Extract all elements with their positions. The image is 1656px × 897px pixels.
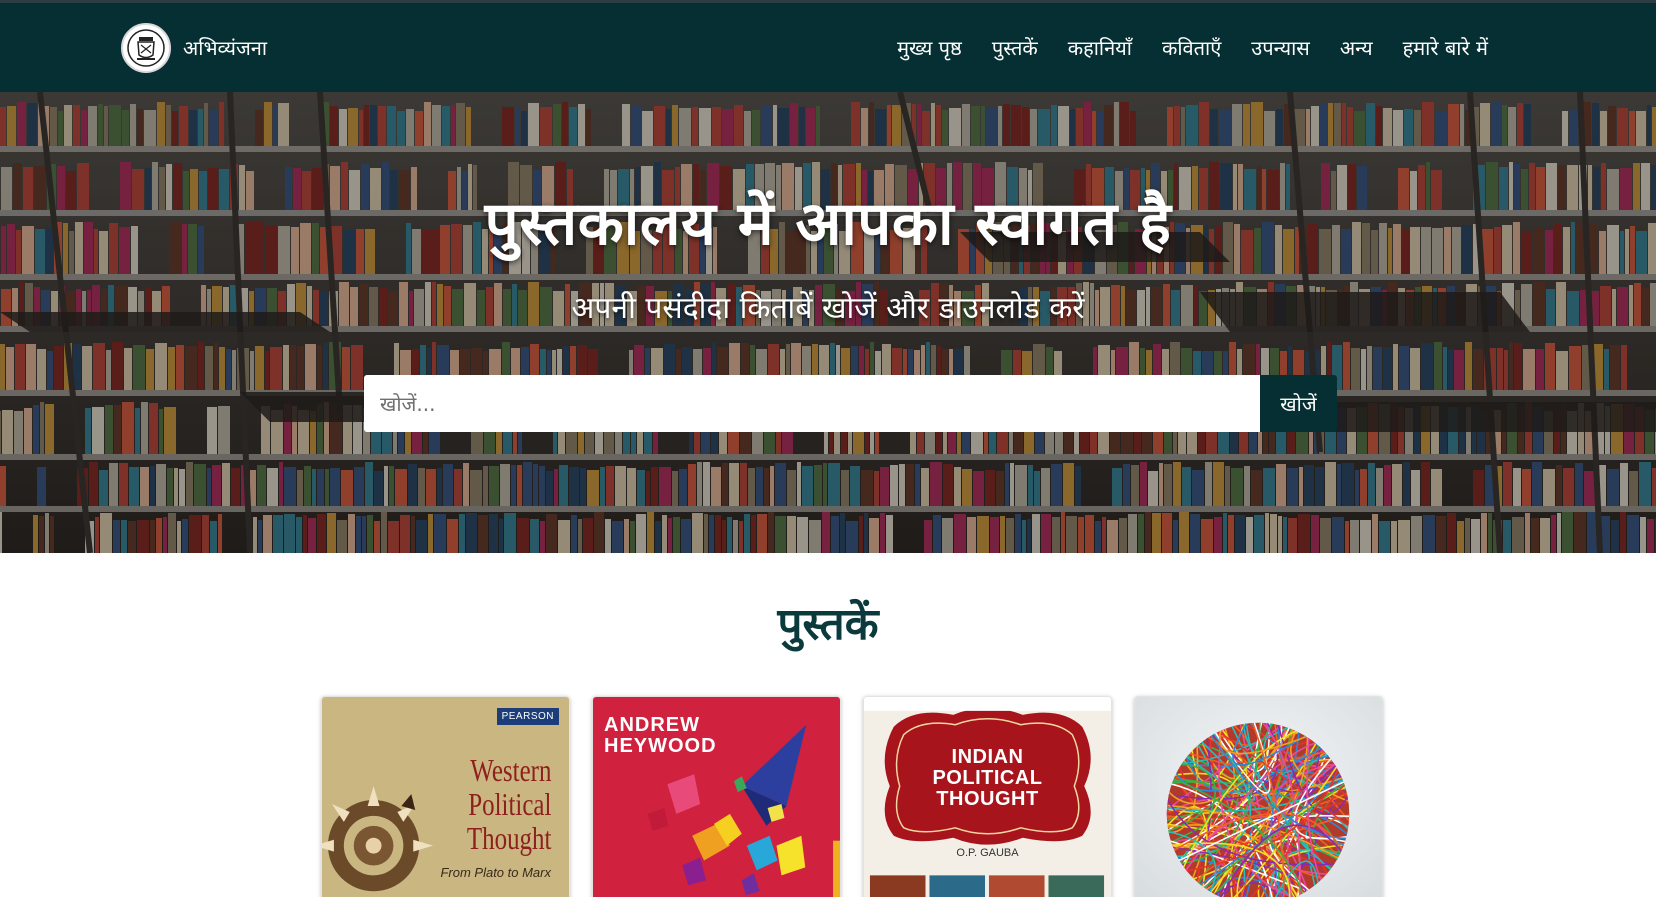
book-card-western-political-thought[interactable]: PEARSON Western Political Thought From P… (321, 696, 570, 897)
navbar: अभिव्यंजना मुख्य पृष्ठ पुस्तकें कहानियाँ… (0, 0, 1656, 92)
search-bar: खोजें (364, 375, 1337, 432)
book-card-list: PEARSON Western Political Thought From P… (321, 696, 1383, 897)
book-card-string-ball[interactable] (1134, 696, 1383, 897)
book-card-indian-political-thought[interactable]: INDIAN POLITICAL THOUGHT O.P. GAUBA (863, 696, 1112, 897)
nav-item-home[interactable]: मुख्य पृष्ठ (897, 34, 962, 61)
hero-section: पुस्तकालय में आपका स्वागत है अपनी पसंदीद… (0, 92, 1656, 553)
book-author-line: ANDREW (604, 714, 700, 736)
book-title-line: THOUGHT (936, 788, 1039, 810)
nav-item-others[interactable]: अन्य (1340, 34, 1373, 61)
book-title-line: Political (467, 786, 551, 822)
brand-link[interactable]: अभिव्यंजना (121, 22, 268, 73)
book-title: Western Political Thought (466, 753, 551, 855)
book-subtitle: From Plato to Marx (440, 865, 551, 880)
hero-content: पुस्तकालय में आपका स्वागत है अपनी पसंदीद… (0, 92, 1656, 553)
colorful-string-ball-image (1135, 697, 1382, 897)
hero-subtitle: अपनी पसंदीदा किताबें खोजें और डाउनलोड कर… (571, 291, 1085, 326)
books-section-heading: पुस्तकें (777, 599, 879, 650)
main-nav: मुख्य पृष्ठ पुस्तकें कहानियाँ कविताएँ उप… (897, 34, 1488, 61)
search-input[interactable] (364, 375, 1260, 432)
book-title-line: POLITICAL (932, 767, 1043, 789)
search-button[interactable]: खोजें (1260, 375, 1337, 432)
book-title-line: INDIAN (951, 746, 1024, 768)
book-author: O.P. GAUBA (956, 847, 1019, 859)
book-title-line: Western (469, 752, 551, 788)
brand-name: अभिव्यंजना (183, 36, 268, 60)
publisher-badge: PEARSON (496, 708, 559, 725)
nav-item-books[interactable]: पुस्तकें (992, 34, 1038, 61)
nav-item-poems[interactable]: कविताएँ (1162, 34, 1221, 61)
hero-title: पुस्तकालय में आपका स्वागत है (484, 189, 1172, 259)
book-author-line: HEYWOOD (604, 735, 717, 757)
book-author: ANDREW HEYWOOD (604, 715, 717, 757)
book-card-heywood[interactable]: ANDREW HEYWOOD (592, 696, 841, 897)
nav-item-novels[interactable]: उपन्यास (1251, 34, 1310, 61)
nav-item-about[interactable]: हमारे बारे में (1403, 34, 1488, 61)
nav-item-stories[interactable]: कहानियाँ (1068, 34, 1132, 61)
university-seal-icon (121, 22, 171, 73)
book-title: INDIAN POLITICAL THOUGHT (864, 747, 1111, 810)
book-title-line: Thought (466, 820, 551, 856)
